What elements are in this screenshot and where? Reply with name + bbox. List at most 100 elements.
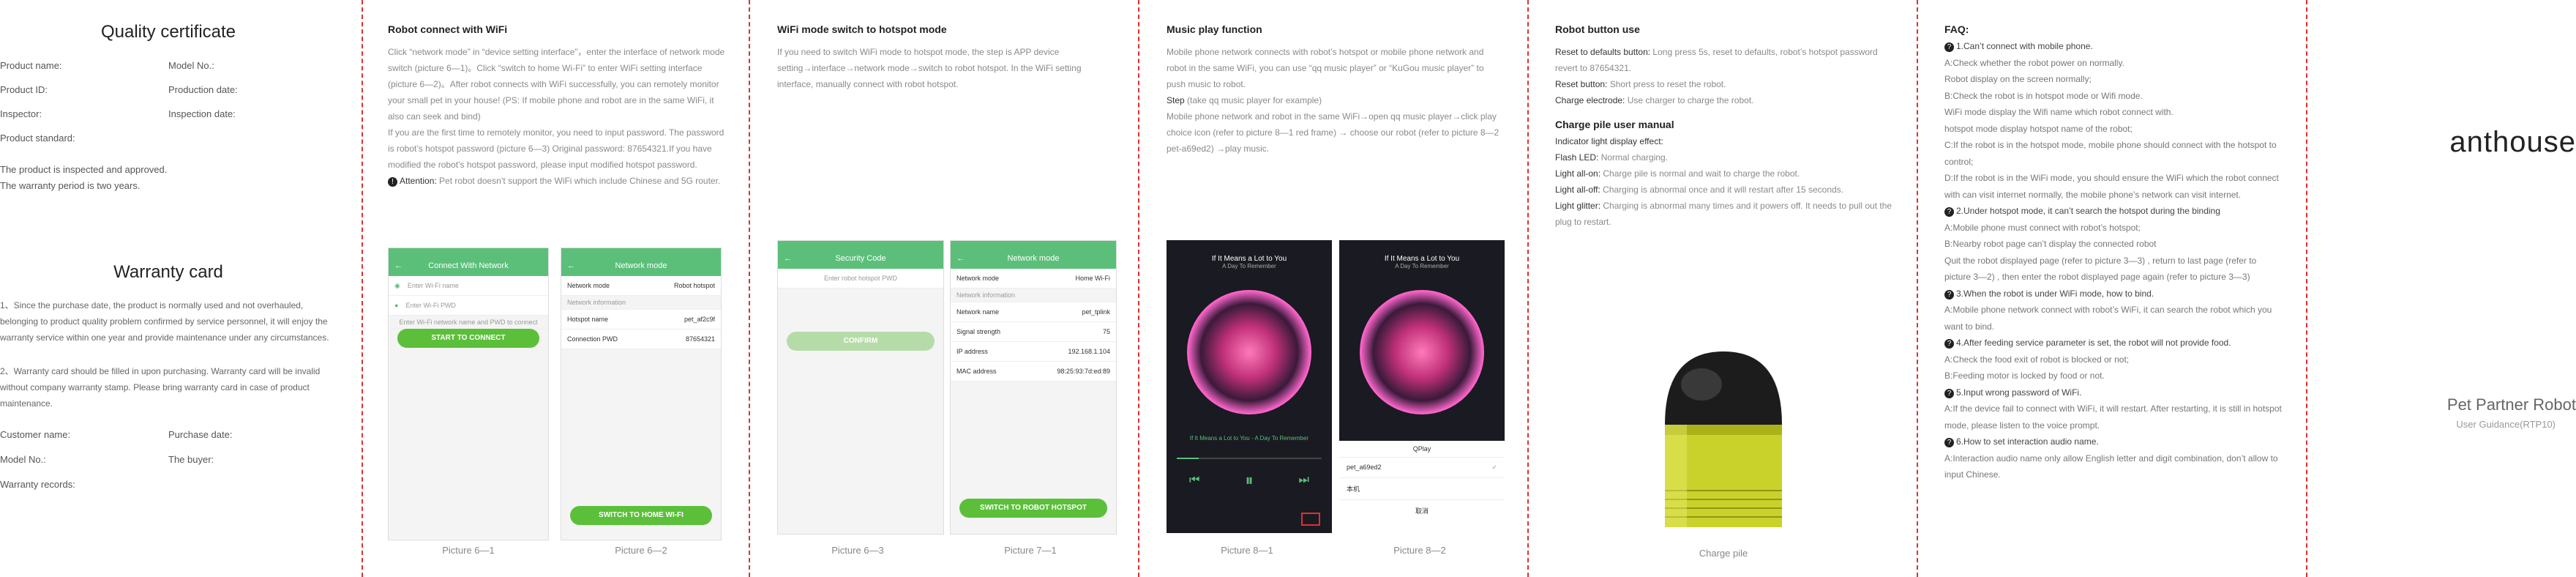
music-player-8-2: If It Means a Lot to You A Day To Rememb…: [1339, 240, 1505, 533]
switch-to-robot-hotspot-button[interactable]: SWITCH TO ROBOT HOTSPOT: [959, 499, 1107, 518]
warranty-records-field: Warranty records:: [0, 479, 75, 490]
info-header: Network information: [567, 299, 626, 306]
pwd-value: 87654321: [685, 335, 715, 343]
warranty-card-title: Warranty card: [113, 262, 223, 282]
inspector-field: Inspector:: [0, 108, 42, 119]
faq-answer-line: D:If the robot is in the WiFi mode, you …: [1944, 173, 2279, 200]
lock-icon: ●: [394, 302, 399, 309]
switch-to-home-wifi-button[interactable]: SWITCH TO HOME WI-FI: [570, 506, 712, 525]
wifi-connect-panel: Robot connect with WiFi Click “network m…: [388, 0, 732, 577]
mode-value: Home Wi-Fi: [1075, 275, 1111, 282]
button-use-title: Robot button use: [1555, 23, 1640, 35]
wifi-pwd-input[interactable]: Enter Wi-Fi PWD: [405, 296, 456, 315]
mode-value: Robot hotspot: [673, 282, 715, 289]
phone2-title: Network mode: [615, 261, 667, 270]
wifi-name-input[interactable]: Enter Wi-Fi name: [408, 276, 459, 295]
product-name-field: Product name:: [0, 60, 62, 71]
pause-icon[interactable]: ⏸: [1245, 471, 1253, 490]
wifi-paragraph-1: Click “network mode” in “device setting …: [388, 47, 725, 122]
play-choice-frame[interactable]: [1301, 513, 1320, 526]
faq-answer-line: A:Check the food exit of robot is blocke…: [1944, 354, 2130, 365]
faq-answer-line: C:If the robot is in the hotspot mode, m…: [1944, 140, 2277, 167]
fold-divider-2: [749, 0, 750, 577]
question-icon: ?: [1944, 339, 1954, 349]
local-option[interactable]: 本机: [1339, 478, 1505, 500]
device-option[interactable]: pet_a69ed2 ✓: [1339, 458, 1505, 478]
back-arrow-icon: ←: [394, 261, 402, 270]
next-icon[interactable]: ⏭: [1299, 474, 1309, 487]
song-title: If It Means a Lot to You: [1384, 255, 1460, 263]
phone-screenshot-6-1: ← Connect With Network ◉ Enter Wi-Fi name …: [388, 247, 549, 540]
product-subtitle: User Guidance(RTP10): [2456, 419, 2556, 430]
faq-question: ? 6.How to set interaction audio name.: [1944, 433, 2283, 450]
hotspot-pwd-input[interactable]: Enter robot hotspot PWD: [824, 269, 897, 288]
faq-list: ? 1.Can’t connect with mobile phone. A:Che…: [1944, 38, 2283, 483]
hotspot-paragraph: If you need to switch WiFi mode to hotsp…: [777, 47, 1082, 89]
cover-panel: anthouse Pet Partner Robot User Guidance…: [2313, 0, 2576, 577]
quality-certificate-title: Quality certificate: [100, 22, 236, 42]
caption-6-3: Picture 6—3: [831, 545, 884, 556]
button-use-panel: Robot button use Reset to defaults butto…: [1555, 0, 1899, 577]
cancel-option[interactable]: 取消: [1339, 500, 1505, 521]
charge-pile-title: Charge pile user manual: [1555, 119, 1674, 130]
model-no-field: Model No.:: [168, 60, 214, 71]
warranty-model-no-field: Model No.:: [0, 454, 46, 465]
qplay-title: QPlay: [1339, 441, 1505, 458]
inspection-date-field: Inspection date:: [168, 108, 236, 119]
step-text: (take qq music player for example): [1184, 95, 1322, 105]
warranty-paragraph-2: 2、Warranty card should be filled in upon…: [0, 366, 321, 409]
music-player-8-1: If It Means a Lot to You A Day To Rememb…: [1167, 240, 1332, 533]
start-to-connect-button[interactable]: START TO CONNECT: [397, 329, 539, 348]
quality-warranty-panel: Quality certificate Product name: Model …: [0, 0, 359, 577]
wifi-section-title: Robot connect with WiFi: [388, 23, 508, 35]
previous-icon[interactable]: ⏮: [1189, 474, 1199, 487]
check-icon: ✓: [1491, 464, 1497, 471]
warranty-paragraph-1: 1、Since the purchase date, the product i…: [0, 300, 329, 343]
buyer-field: The buyer:: [168, 454, 214, 465]
faq-question: ? 4.After feeding service parameter is se…: [1944, 335, 2283, 351]
faq-answer-line: WiFi mode display the Wifi name which ro…: [1944, 107, 2174, 117]
album-art: [1187, 290, 1311, 414]
wifi-attention: ! Attention: Pet robot doesn’t support th…: [388, 173, 726, 189]
faq-answer-line: Robot display on the screen normally;: [1944, 74, 2092, 84]
light-glitter-text: Light glitter: Charging is abnormal many…: [1555, 201, 1892, 227]
question-icon: ?: [1944, 438, 1954, 447]
indicator-label: Indicator light display effect:: [1555, 136, 1663, 146]
phone-screenshot-6-2: ← Network mode Network mode Robot hotspot …: [561, 247, 722, 540]
mode-label: Network mode: [956, 275, 1000, 282]
faq-answer-line: hotspot mode display hotspot name of the…: [1944, 123, 2133, 134]
faq-panel: FAQ: ? 1.Can’t connect with mobile phone.…: [1944, 0, 2288, 577]
product-standard-field: Product standard:: [0, 133, 75, 144]
ip-label: IP address: [956, 348, 988, 355]
question-icon: ?: [1944, 42, 1954, 52]
music-paragraph-2: Mobile phone network and robot in the sa…: [1167, 111, 1499, 154]
anthouse-logo: anthouse: [2449, 126, 2576, 158]
faq-answer-line: B:Nearby robot page can’t display the co…: [1944, 239, 2157, 249]
customer-name-field: Customer name:: [0, 429, 71, 440]
mac-value: 98:25:93:7d:ed:89: [1057, 368, 1110, 375]
music-step: Step (take qq music player for example): [1167, 92, 1505, 108]
faq-answer-line: A:Check whether the robot power on norma…: [1944, 57, 2124, 68]
music-panel: Music play function Mobile phone network…: [1167, 0, 1510, 577]
fold-divider-5: [1917, 0, 1918, 577]
faq-question: ? 5.Input wrong password of WiFi.: [1944, 384, 2283, 401]
phone-screenshot-7-1: ← Network mode Network mode Home Wi-Fi Net…: [950, 240, 1117, 535]
question-icon: ?: [1944, 388, 1954, 398]
faq-title: FAQ:: [1944, 23, 1969, 35]
fold-divider-3: [1138, 0, 1139, 577]
hotspot-value: pet_af2c9f: [684, 316, 715, 323]
fold-divider-6: [2306, 0, 2307, 577]
caption-8-1: Picture 8—1: [1221, 545, 1273, 556]
back-arrow-icon: ←: [784, 254, 792, 263]
hotspot-section-title: WiFi mode switch to hotspot mode: [777, 23, 947, 35]
confirm-button[interactable]: CONFIRM: [787, 332, 935, 351]
progress-bar[interactable]: [1177, 458, 1322, 459]
song-title: If It Means a Lot to You: [1211, 255, 1287, 263]
back-arrow-icon: ←: [956, 254, 965, 263]
faq-question: ? 3.When the robot is under WiFi mode, ho…: [1944, 286, 2283, 302]
faq-answer-line: A:Mobile phone must connect with robot’s…: [1944, 222, 2141, 233]
hotspot-panel: WiFi mode switch to hotspot mode If you …: [777, 0, 1121, 577]
faq-question: ? 2.Under hotspot mode, it can’t search t…: [1944, 203, 2283, 220]
caption-8-2: Picture 8—2: [1393, 545, 1446, 556]
charge-pile-image: [1665, 351, 1782, 527]
